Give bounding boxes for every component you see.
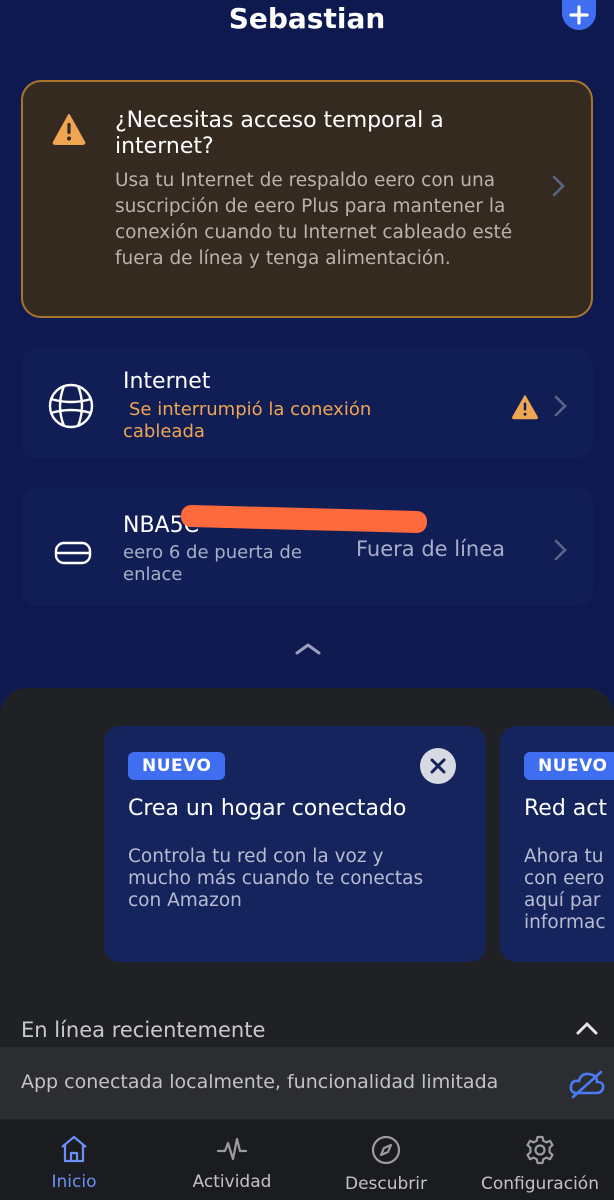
nav-label: Descubrir bbox=[344, 1174, 428, 1194]
local-connection-status-bar: App conectada localmente, funcionalidad … bbox=[0, 1047, 614, 1119]
backup-internet-alert-card[interactable]: ¿Necesitas acceso temporal a internet? U… bbox=[21, 80, 593, 318]
chevron-up-icon[interactable] bbox=[290, 638, 326, 662]
promo-body: Controla tu red con la voz y mucho más c… bbox=[128, 846, 424, 911]
globe-icon bbox=[47, 382, 95, 434]
page-title: Sebastian bbox=[228, 2, 386, 35]
gear-icon bbox=[526, 1135, 554, 1165]
nav-label: Configuración bbox=[481, 1174, 599, 1194]
activity-icon bbox=[216, 1137, 248, 1161]
alert-title: ¿Necesitas acceso temporal a internet? bbox=[115, 108, 444, 159]
close-icon bbox=[430, 758, 446, 774]
nav-item-settings[interactable]: Configuración bbox=[466, 1120, 614, 1200]
chevron-up-icon[interactable] bbox=[574, 1018, 600, 1042]
promo-card-partial[interactable]: NUEVO Red act Ahora tu con eero aquí par… bbox=[500, 726, 614, 962]
status-text: App conectada localmente, funcionalidad … bbox=[21, 1071, 499, 1093]
redaction-mark bbox=[180, 504, 428, 534]
nav-item-discover[interactable]: Descubrir bbox=[312, 1120, 460, 1200]
device-status: Fuera de línea bbox=[356, 537, 506, 561]
chevron-right-icon bbox=[553, 538, 569, 566]
promo-body: Ahora tu con eero aquí par informac bbox=[524, 846, 606, 933]
plus-icon bbox=[569, 5, 589, 25]
chevron-right-icon bbox=[551, 174, 567, 204]
new-badge: NUEVO bbox=[524, 752, 614, 780]
router-icon bbox=[53, 538, 93, 570]
promo-card-connected-home[interactable]: NUEVO Crea un hogar conectado Controla t… bbox=[104, 726, 486, 962]
home-icon bbox=[61, 1135, 87, 1163]
warning-icon bbox=[51, 112, 87, 150]
new-badge: NUEVO bbox=[128, 752, 226, 780]
compass-icon bbox=[371, 1135, 401, 1165]
promo-title: Red act bbox=[524, 796, 607, 821]
promo-title: Crea un hogar conectado bbox=[128, 796, 407, 821]
bottom-navigation: Inicio Actividad Descubrir Configuración bbox=[0, 1120, 614, 1200]
cloud-off-icon bbox=[568, 1069, 606, 1103]
internet-status: Se interrumpió la conexión cableada bbox=[123, 399, 372, 442]
nav-label: Actividad bbox=[192, 1172, 272, 1192]
device-model: eero 6 de puerta de enlace bbox=[123, 542, 302, 585]
gateway-device-card[interactable]: NBA5C eero 6 de puerta de enlace Fuera d… bbox=[21, 488, 593, 606]
nav-item-activity[interactable]: Actividad bbox=[158, 1120, 306, 1200]
warning-icon bbox=[511, 394, 539, 424]
nav-item-home[interactable]: Inicio bbox=[0, 1120, 148, 1200]
nav-label: Inicio bbox=[51, 1172, 97, 1192]
recently-online-label: En línea recientemente bbox=[21, 1018, 266, 1042]
alert-body: Usa tu Internet de respaldo eero con una… bbox=[115, 170, 513, 269]
internet-card[interactable]: Internet Se interrumpió la conexión cabl… bbox=[21, 348, 593, 458]
chevron-right-icon bbox=[553, 394, 569, 422]
close-button[interactable] bbox=[420, 748, 456, 784]
internet-title: Internet bbox=[123, 369, 211, 394]
